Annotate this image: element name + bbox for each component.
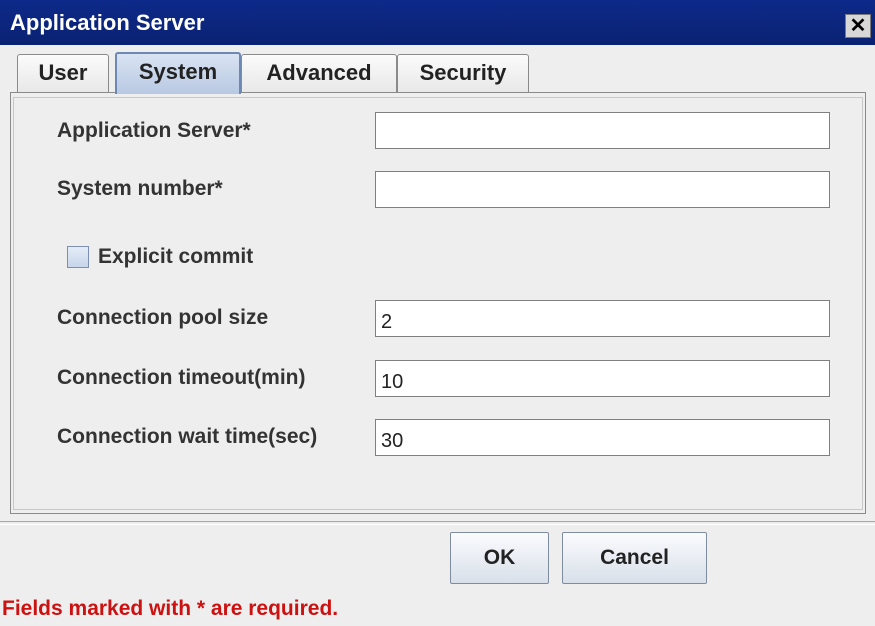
button-area-separator [0,521,875,525]
application-server-dialog: Application Server ✕ User System Advance… [0,0,875,626]
cancel-button-label: Cancel [600,546,669,569]
explicit-commit-label[interactable]: Explicit commit [98,244,253,270]
tab-system-label: System [138,59,218,84]
window-title: Application Server [10,10,205,35]
tab-security-label: Security [419,60,507,85]
system-number-input[interactable] [375,171,830,208]
explicit-commit-checkbox[interactable] [67,246,89,268]
connection-timeout-input[interactable] [375,360,830,397]
tab-user[interactable]: User [17,54,109,92]
close-icon: ✕ [849,15,867,37]
tab-advanced-label: Advanced [266,60,372,85]
tab-user-label: User [38,60,88,85]
tab-advanced[interactable]: Advanced [241,54,397,92]
connection-timeout-label: Connection timeout(min) [57,366,306,389]
required-fields-note: Fields marked with * are required. [2,597,339,620]
close-button[interactable]: ✕ [845,14,871,38]
application-server-label: Application Server* [57,119,251,142]
connection-pool-size-input[interactable] [375,300,830,337]
tab-security[interactable]: Security [397,54,529,92]
cancel-button[interactable]: Cancel [562,532,707,584]
connection-wait-time-label: Connection wait time(sec) [57,425,318,448]
tab-system[interactable]: System [115,52,241,94]
connection-pool-size-label: Connection pool size [57,306,269,329]
application-server-input[interactable] [375,112,830,149]
title-bar[interactable]: Application Server ✕ [0,0,875,45]
ok-button[interactable]: OK [450,532,549,584]
ok-button-label: OK [483,546,516,569]
system-number-label: System number* [57,177,223,200]
connection-wait-time-input[interactable] [375,419,830,456]
